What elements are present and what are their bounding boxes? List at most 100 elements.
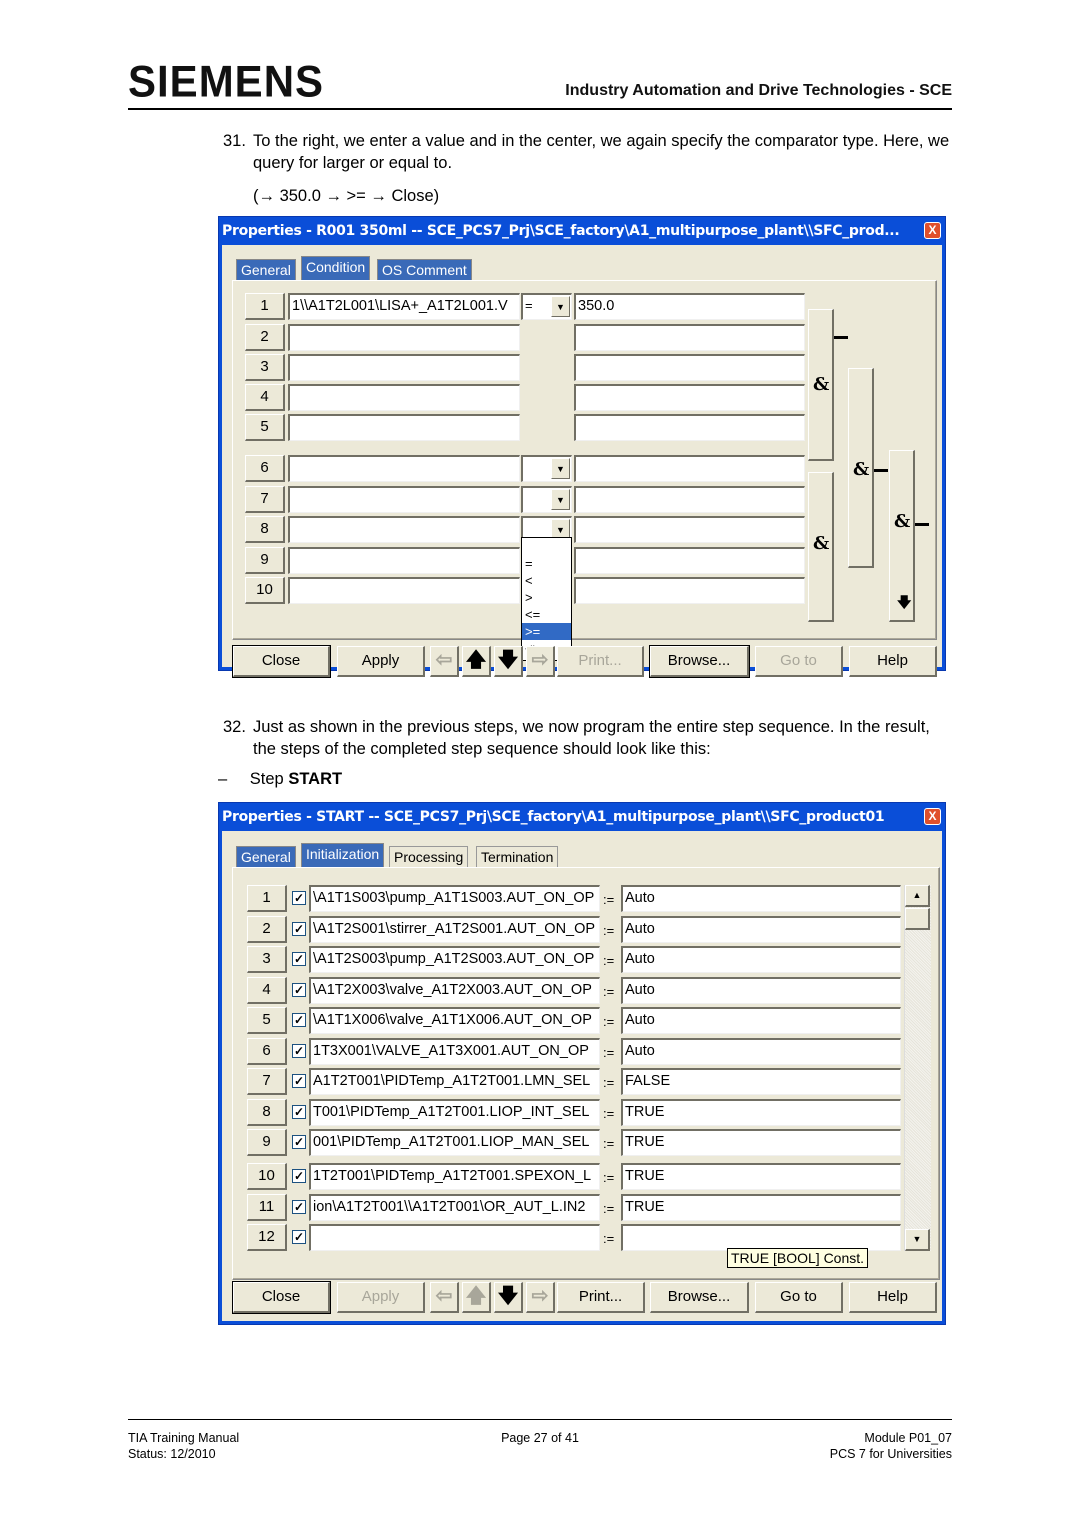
chevron-down-icon[interactable]: ▼: [551, 458, 570, 479]
operand-field[interactable]: 001\PIDTemp_A1T2T001.LIOP_MAN_SEL: [309, 1129, 600, 1156]
row-number-button[interactable]: 3: [245, 354, 285, 381]
value-field[interactable]: 350.0: [574, 293, 805, 320]
dropdown-option[interactable]: >: [522, 589, 571, 606]
arrow-up-icon[interactable]: 🡅: [462, 1282, 491, 1313]
row-number-button[interactable]: 8: [245, 516, 285, 543]
row-number-button[interactable]: 9: [247, 1129, 287, 1156]
operand-field[interactable]: [288, 354, 520, 381]
arrow-left-icon[interactable]: ⇦: [430, 646, 459, 677]
dropdown-option[interactable]: >=: [522, 623, 571, 640]
value-field[interactable]: [574, 414, 805, 441]
operand-field[interactable]: [288, 486, 520, 513]
value-field[interactable]: [574, 516, 805, 543]
value-field[interactable]: TRUE: [621, 1129, 901, 1156]
row-number-button[interactable]: 5: [245, 414, 285, 441]
value-field[interactable]: [574, 547, 805, 574]
operand-field[interactable]: [288, 516, 520, 543]
value-field[interactable]: [574, 384, 805, 411]
operand-field[interactable]: \A1T2S001\stirrer_A1T2S001.AUT_ON_OP: [309, 916, 600, 943]
dropdown-option[interactable]: <=: [522, 606, 571, 623]
scroll-up-icon[interactable]: ▲: [905, 885, 930, 907]
comparator-combo[interactable]: = ▼: [521, 293, 572, 320]
print-button[interactable]: Print...: [557, 1282, 645, 1313]
print-button[interactable]: Print...: [557, 646, 644, 677]
operand-field[interactable]: [288, 384, 520, 411]
row-enable-checkbox[interactable]: ✓: [292, 1135, 306, 1149]
tab-termination[interactable]: Termination: [476, 846, 559, 868]
operand-field[interactable]: 1\\A1T2L001\LISA+_A1T2L001.V: [288, 293, 520, 320]
row-number-button[interactable]: 7: [245, 486, 285, 513]
close-button[interactable]: Close: [232, 1281, 331, 1314]
comparator-combo[interactable]: ▼: [521, 455, 572, 482]
tab-initialization[interactable]: Initialization: [301, 843, 385, 868]
value-field[interactable]: TRUE: [621, 1099, 901, 1126]
arrow-down-icon[interactable]: 🡇: [897, 592, 911, 616]
operand-field[interactable]: 1T3X001\VALVE_A1T3X001.AUT_ON_OP: [309, 1038, 600, 1065]
value-field[interactable]: [574, 455, 805, 482]
operand-field[interactable]: \A1T1S003\pump_A1T1S003.AUT_ON_OP: [309, 885, 600, 912]
value-field[interactable]: TRUE: [621, 1194, 901, 1221]
row-number-button[interactable]: 3: [247, 946, 287, 973]
operand-field[interactable]: [288, 577, 520, 604]
dropdown-option[interactable]: <: [522, 572, 571, 589]
row-enable-checkbox[interactable]: ✓: [292, 1044, 306, 1058]
value-field[interactable]: [621, 1224, 901, 1251]
row-number-button[interactable]: 11: [247, 1194, 287, 1221]
and-gate-2[interactable]: &: [808, 472, 834, 622]
value-field[interactable]: Auto: [621, 977, 901, 1004]
value-field[interactable]: [574, 577, 805, 604]
operand-field[interactable]: [288, 324, 520, 351]
value-field[interactable]: Auto: [621, 1007, 901, 1034]
close-icon[interactable]: X: [924, 808, 941, 825]
row-number-button[interactable]: 6: [247, 1038, 287, 1065]
help-button[interactable]: Help: [849, 1282, 937, 1313]
value-field[interactable]: [574, 486, 805, 513]
row-enable-checkbox[interactable]: ✓: [292, 1230, 306, 1244]
tab-os-comment[interactable]: OS Comment: [377, 259, 472, 281]
operand-field[interactable]: \A1T2S003\pump_A1T2S003.AUT_ON_OP: [309, 946, 600, 973]
apply-button[interactable]: Apply: [337, 1282, 425, 1313]
row-number-button[interactable]: 10: [247, 1163, 287, 1190]
close-icon[interactable]: X: [924, 222, 941, 239]
value-field[interactable]: TRUE: [621, 1163, 901, 1190]
apply-button[interactable]: Apply: [337, 646, 425, 677]
vertical-scrollbar[interactable]: [904, 885, 931, 1251]
value-field[interactable]: FALSE: [621, 1068, 901, 1095]
chevron-down-icon[interactable]: ▼: [551, 296, 570, 317]
row-number-button[interactable]: 12: [247, 1224, 287, 1251]
tab-processing[interactable]: Processing: [389, 846, 469, 868]
dropdown-option[interactable]: =: [522, 555, 571, 572]
row-number-button[interactable]: 9: [245, 547, 285, 574]
row-enable-checkbox[interactable]: ✓: [292, 922, 306, 936]
arrow-up-icon[interactable]: 🡅: [462, 646, 491, 677]
row-number-button[interactable]: 6: [245, 455, 285, 482]
and-gate-3[interactable]: &: [848, 368, 874, 568]
row-enable-checkbox[interactable]: ✓: [292, 1013, 306, 1027]
value-field[interactable]: [574, 324, 805, 351]
operand-field[interactable]: [288, 455, 520, 482]
row-enable-checkbox[interactable]: ✓: [292, 983, 306, 997]
operand-field[interactable]: 1T2T001\PIDTemp_A1T2T001.SPEXON_L: [309, 1163, 600, 1190]
chevron-down-icon[interactable]: ▼: [551, 489, 570, 510]
row-number-button[interactable]: 1: [247, 885, 287, 912]
scroll-down-icon[interactable]: ▼: [905, 1229, 930, 1251]
row-enable-checkbox[interactable]: ✓: [292, 1105, 306, 1119]
goto-button[interactable]: Go to: [755, 1282, 843, 1313]
operand-field[interactable]: A1T2T001\PIDTemp_A1T2T001.LMN_SEL: [309, 1068, 600, 1095]
browse-button[interactable]: Browse...: [650, 1282, 749, 1313]
tab-general[interactable]: General: [236, 259, 296, 281]
scroll-thumb[interactable]: [905, 908, 930, 930]
operand-field[interactable]: ion\A1T2T001\\A1T2T001\OR_AUT_L.IN2: [309, 1194, 600, 1221]
row-number-button[interactable]: 10: [245, 577, 285, 604]
operand-field[interactable]: [309, 1224, 600, 1251]
row-enable-checkbox[interactable]: ✓: [292, 1200, 306, 1214]
row-enable-checkbox[interactable]: ✓: [292, 1074, 306, 1088]
comparator-combo[interactable]: ▼: [521, 486, 572, 513]
tab-condition[interactable]: Condition: [301, 256, 371, 281]
arrow-right-icon[interactable]: ⇨: [526, 1282, 555, 1313]
comparator-dropdown-list[interactable]: =<><=>=<>: [521, 537, 572, 661]
row-number-button[interactable]: 2: [247, 916, 287, 943]
row-enable-checkbox[interactable]: ✓: [292, 952, 306, 966]
close-button[interactable]: Close: [232, 645, 331, 678]
row-number-button[interactable]: 8: [247, 1099, 287, 1126]
